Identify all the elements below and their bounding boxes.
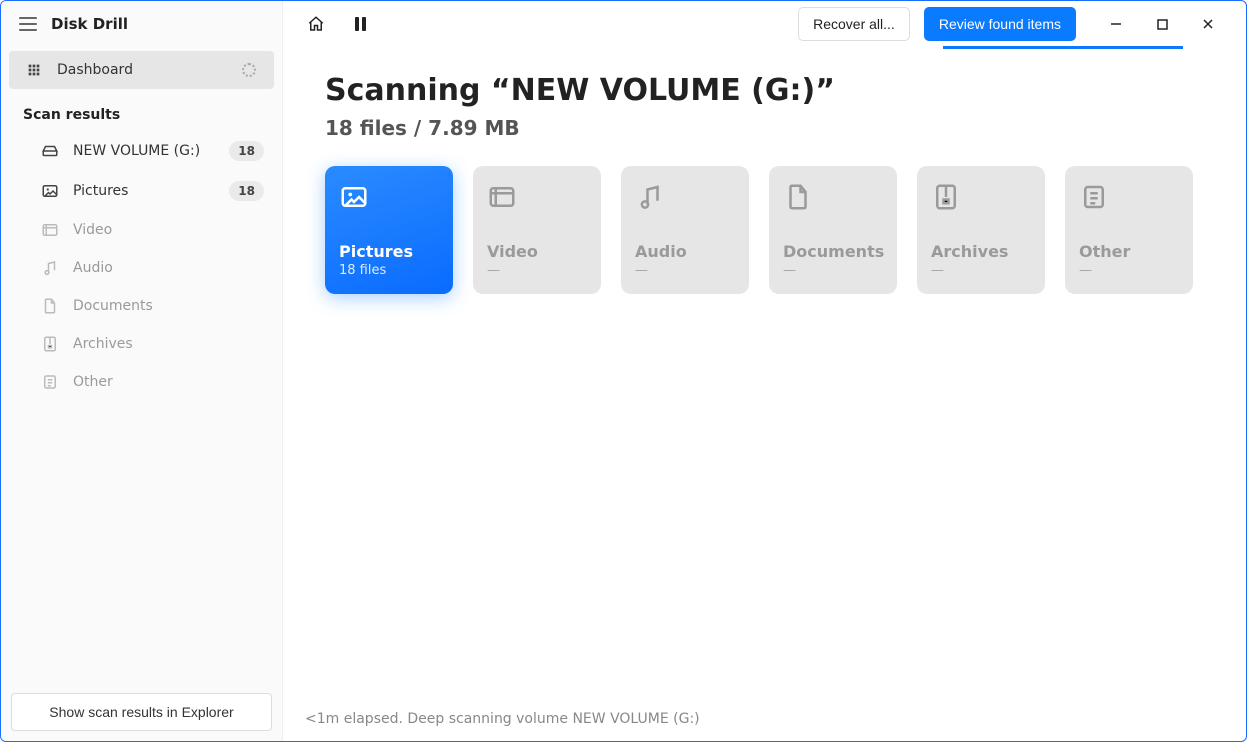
card-count: — (931, 263, 1031, 278)
app-title: Disk Drill (51, 15, 128, 33)
sidebar-item-label: Audio (73, 260, 113, 276)
scan-title: Scanning “NEW VOLUME (G:)” (325, 73, 1204, 108)
video-icon (41, 221, 59, 239)
sidebar-item-archives[interactable]: Archives (1, 325, 282, 363)
status-text: <1m elapsed. Deep scanning volume NEW VO… (305, 711, 700, 727)
loading-spinner-icon (242, 63, 256, 77)
pause-button[interactable] (345, 9, 375, 39)
sidebar-section-label: Scan results (1, 93, 282, 131)
sidebar-header: Disk Drill (1, 1, 282, 47)
sidebar-item-pictures[interactable]: Pictures 18 (1, 171, 282, 211)
minimize-button[interactable] (1096, 9, 1136, 39)
card-pictures[interactable]: Pictures 18 files (325, 166, 453, 294)
category-cards: Pictures18 filesVideo—Audio—Documents—Ar… (325, 166, 1204, 294)
documents-icon (41, 297, 59, 315)
grid-icon (25, 61, 43, 79)
other-icon (41, 373, 59, 391)
card-other[interactable]: Other — (1065, 166, 1193, 294)
sidebar-item-label: Pictures (73, 183, 128, 199)
card-count: — (1079, 263, 1179, 278)
status-bar: <1m elapsed. Deep scanning volume NEW VO… (283, 697, 1246, 741)
topbar: Recover all... Review found items (283, 1, 1246, 47)
close-button[interactable] (1188, 9, 1228, 39)
sidebar-item-label: Documents (73, 298, 153, 314)
other-icon (1079, 182, 1109, 212)
sidebar-item-video[interactable]: Video (1, 211, 282, 249)
app-window: Disk Drill Dashboard Scan results NEW VO… (0, 0, 1247, 742)
sidebar-item-label: Other (73, 374, 113, 390)
sidebar-item-label: Video (73, 222, 112, 238)
card-name: Pictures (339, 242, 439, 261)
audio-icon (41, 259, 59, 277)
sidebar-item-new-volume-g[interactable]: NEW VOLUME (G:) 18 (1, 131, 282, 171)
card-video[interactable]: Video — (473, 166, 601, 294)
maximize-icon (1157, 19, 1168, 30)
card-count: — (635, 263, 735, 278)
sidebar-item-badge: 18 (229, 141, 264, 161)
card-documents[interactable]: Documents — (769, 166, 897, 294)
audio-icon (635, 182, 665, 212)
sidebar-item-dashboard[interactable]: Dashboard (9, 51, 274, 89)
card-name: Other (1079, 242, 1179, 261)
card-archives[interactable]: Archives — (917, 166, 1045, 294)
card-name: Audio (635, 242, 735, 261)
window-controls (1096, 9, 1228, 39)
menu-icon[interactable] (19, 17, 37, 31)
pictures-icon (339, 182, 369, 212)
dashboard-label: Dashboard (57, 62, 133, 78)
video-icon (487, 182, 517, 212)
archives-icon (931, 182, 961, 212)
card-name: Documents (783, 242, 883, 261)
card-audio[interactable]: Audio — (621, 166, 749, 294)
pictures-icon (41, 182, 59, 200)
sidebar-item-label: Archives (73, 336, 133, 352)
sidebar-item-badge: 18 (229, 181, 264, 201)
maximize-button[interactable] (1142, 9, 1182, 39)
home-button[interactable] (301, 9, 331, 39)
pause-icon (355, 17, 366, 31)
card-count: — (783, 263, 883, 278)
card-name: Archives (931, 242, 1031, 261)
home-icon (307, 15, 325, 33)
sidebar-item-documents[interactable]: Documents (1, 287, 282, 325)
card-count: — (487, 263, 587, 278)
card-count: 18 files (339, 263, 439, 278)
show-in-explorer-button[interactable]: Show scan results in Explorer (11, 693, 272, 731)
sidebar-item-audio[interactable]: Audio (1, 249, 282, 287)
close-icon (1202, 18, 1214, 30)
sidebar: Disk Drill Dashboard Scan results NEW VO… (1, 1, 283, 741)
drive-icon (41, 142, 59, 160)
minimize-icon (1110, 18, 1122, 30)
review-found-items-button[interactable]: Review found items (924, 7, 1076, 41)
sidebar-item-other[interactable]: Other (1, 363, 282, 401)
recover-all-button[interactable]: Recover all... (798, 7, 910, 41)
archives-icon (41, 335, 59, 353)
scan-subtitle: 18 files / 7.89 MB (325, 116, 1204, 140)
documents-icon (783, 182, 813, 212)
main-panel: Recover all... Review found items Scanni… (283, 1, 1246, 741)
scan-progress-bar (943, 46, 1183, 49)
content: Scanning “NEW VOLUME (G:)” 18 files / 7.… (283, 47, 1246, 697)
card-name: Video (487, 242, 587, 261)
sidebar-item-label: NEW VOLUME (G:) (73, 143, 200, 159)
